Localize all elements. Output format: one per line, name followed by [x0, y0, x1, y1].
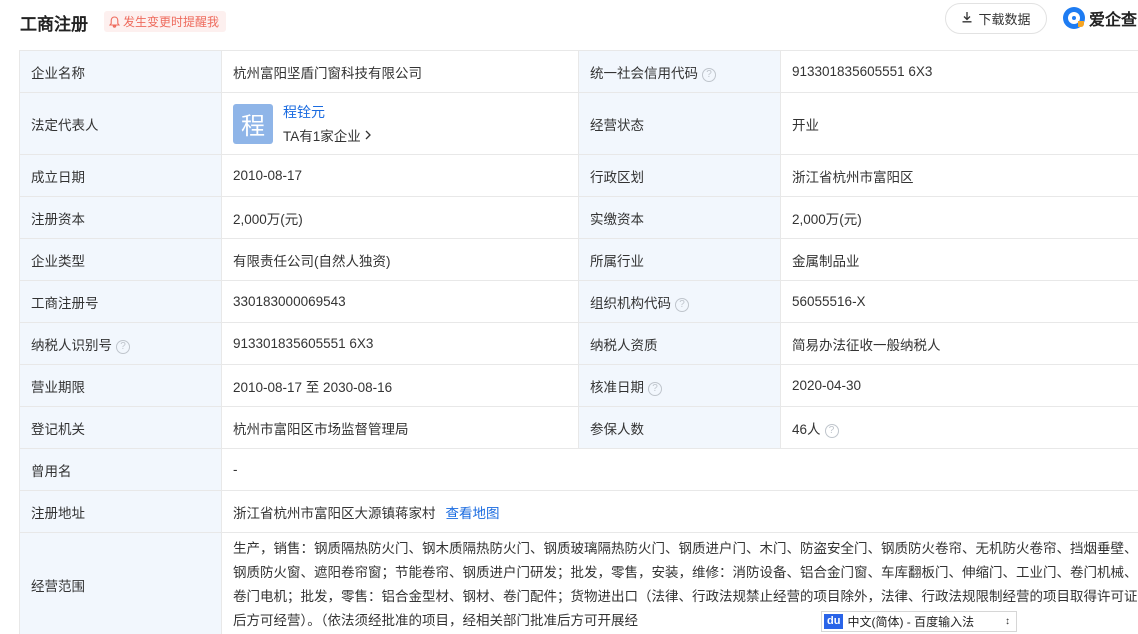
label-credit-code: 统一社会信用代码?	[578, 50, 781, 93]
input-method-bar[interactable]: du 中文(简体) - 百度输入法 ↕	[821, 611, 1017, 632]
table-row: 纳税人识别号? 913301835605551 6X3 纳税人资质 简易办法征收…	[19, 322, 1138, 365]
table-row: 注册资本 2,000万(元) 实缴资本 2,000万(元)	[19, 196, 1138, 239]
help-icon[interactable]: ?	[702, 67, 716, 82]
label-region: 行政区划	[578, 154, 781, 197]
value-org-code: 56055516-X	[780, 280, 1138, 323]
value-company-type: 有限责任公司(自然人独资)	[221, 238, 579, 281]
label-insured-count: 参保人数	[578, 406, 781, 449]
ime-label: 中文(简体) - 百度输入法	[847, 615, 975, 629]
rep-companies-link[interactable]: TA有1家企业	[283, 125, 371, 145]
value-insured-count: 46人?	[780, 406, 1138, 449]
download-icon	[961, 11, 973, 26]
value-legal-rep: 程 程铨元 TA有1家企业	[221, 92, 579, 155]
registration-info-table: 企业名称 杭州富阳坚盾门窗科技有限公司 统一社会信用代码? 9133018356…	[19, 50, 1138, 634]
label-reg-address: 注册地址	[19, 490, 222, 533]
table-row: 企业名称 杭州富阳坚盾门窗科技有限公司 统一社会信用代码? 9133018356…	[19, 50, 1138, 93]
view-map-link[interactable]: 查看地图	[446, 506, 500, 521]
label-founded: 成立日期	[19, 154, 222, 197]
download-label: 下载数据	[978, 12, 1031, 27]
change-alert-label: 发生变更时提醒我	[123, 15, 220, 29]
change-alert-button[interactable]: 发生变更时提醒我	[104, 11, 227, 32]
value-business-term: 2010-08-17 至 2030-08-16	[221, 364, 579, 407]
value-paid-capital: 2,000万(元)	[780, 196, 1138, 239]
value-reg-address: 浙江省杭州市富阳区大源镇蒋家村 查看地图	[221, 490, 1138, 533]
ime-logo-icon: du	[824, 614, 844, 629]
label-industry: 所属行业	[578, 238, 781, 281]
value-taxpayer-id: 913301835605551 6X3	[221, 322, 579, 365]
help-icon[interactable]: ?	[824, 423, 839, 438]
search-logo-icon	[1063, 7, 1085, 29]
value-founded: 2010-08-17	[221, 154, 579, 197]
value-former-name: -	[221, 448, 1138, 491]
section-title: 工商注册	[20, 15, 88, 34]
table-row: 曾用名 -	[19, 448, 1138, 491]
bell-icon	[109, 15, 120, 28]
label-company-name: 企业名称	[19, 50, 222, 93]
label-business-term: 营业期限	[19, 364, 222, 407]
table-row: 登记机关 杭州市富阳区市场监督管理局 参保人数 46人?	[19, 406, 1138, 449]
label-paid-capital: 实缴资本	[578, 196, 781, 239]
value-region: 浙江省杭州市富阳区	[780, 154, 1138, 197]
label-status: 经营状态	[578, 92, 781, 155]
value-status: 开业	[780, 92, 1138, 155]
brand-logo: 爱企查	[1063, 6, 1137, 30]
label-org-code: 组织机构代码?	[578, 280, 781, 323]
label-reg-authority: 登记机关	[19, 406, 222, 449]
help-icon[interactable]: ?	[116, 339, 130, 354]
value-industry: 金属制品业	[780, 238, 1138, 281]
label-company-type: 企业类型	[19, 238, 222, 281]
label-reg-capital: 注册资本	[19, 196, 222, 239]
table-row: 注册地址 浙江省杭州市富阳区大源镇蒋家村 查看地图	[19, 490, 1138, 533]
label-business-scope: 经营范围	[19, 532, 222, 634]
table-row: 企业类型 有限责任公司(自然人独资) 所属行业 金属制品业	[19, 238, 1138, 281]
help-icon[interactable]: ?	[675, 297, 689, 312]
brand-name: 爱企查	[1089, 12, 1138, 29]
download-data-button[interactable]: 下载数据	[945, 3, 1047, 34]
label-legal-rep: 法定代表人	[19, 92, 222, 155]
label-reg-number: 工商注册号	[19, 280, 222, 323]
table-row: 成立日期 2010-08-17 行政区划 浙江省杭州市富阳区	[19, 154, 1138, 197]
help-icon[interactable]: ?	[648, 381, 662, 396]
chevron-right-icon	[365, 128, 371, 143]
value-reg-capital: 2,000万(元)	[221, 196, 579, 239]
table-row: 营业期限 2010-08-17 至 2030-08-16 核准日期? 2020-…	[19, 364, 1138, 407]
label-approval-date: 核准日期?	[578, 364, 781, 407]
value-approval-date: 2020-04-30	[780, 364, 1138, 407]
label-taxpayer-qual: 纳税人资质	[578, 322, 781, 365]
table-row: 法定代表人 程 程铨元 TA有1家企业 经营状态 开业	[19, 92, 1138, 155]
updown-arrow-icon[interactable]: ↕	[1005, 616, 1010, 627]
value-taxpayer-qual: 简易办法征收一般纳税人	[780, 322, 1138, 365]
avatar[interactable]: 程	[233, 103, 273, 144]
value-company-name: 杭州富阳坚盾门窗科技有限公司	[221, 50, 579, 93]
table-row: 工商注册号 330183000069543 组织机构代码? 56055516-X	[19, 280, 1138, 323]
value-credit-code: 913301835605551 6X3	[780, 50, 1138, 93]
section-header: 工商注册 发生变更时提醒我 下载数据 爱企查	[0, 0, 1138, 42]
legal-rep-name-link[interactable]: 程铨元	[283, 102, 371, 122]
label-taxpayer-id: 纳税人识别号?	[19, 322, 222, 365]
value-reg-authority: 杭州市富阳区市场监督管理局	[221, 406, 579, 449]
label-former-name: 曾用名	[19, 448, 222, 491]
value-reg-number: 330183000069543	[221, 280, 579, 323]
